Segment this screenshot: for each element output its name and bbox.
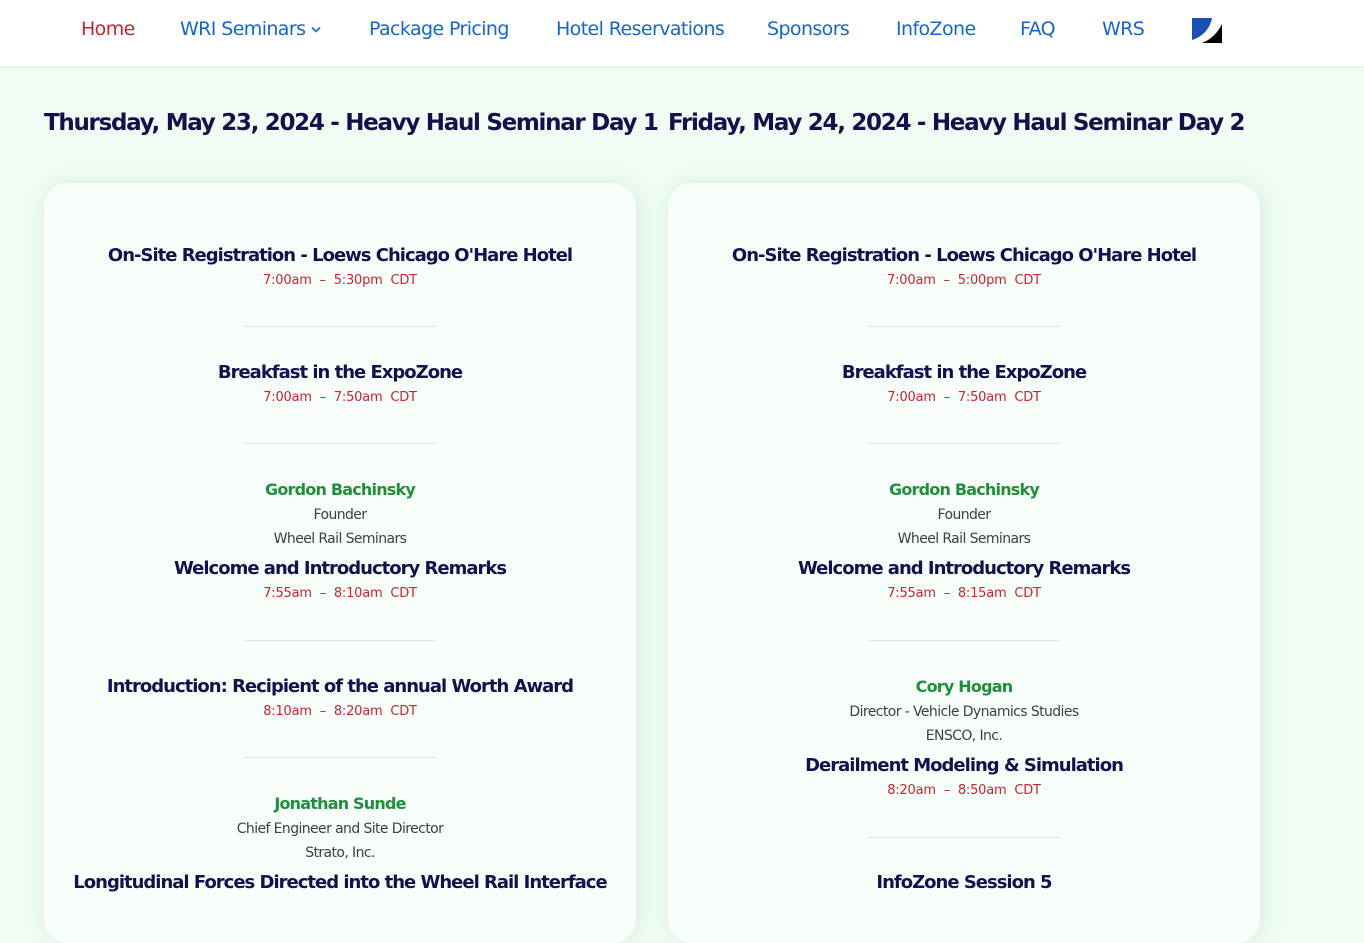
session-item: Gordon Bachinsky Founder Wheel Rail Semi… (44, 479, 636, 603)
wrs-logo-icon[interactable] (1192, 18, 1222, 43)
speaker-name-link[interactable]: Jonathan Sunde (44, 793, 636, 815)
top-navigation: Home WRI Seminars Package Pricing Hotel … (0, 0, 1364, 66)
session-time: 7:00am – 7:50am CDT (887, 390, 1041, 405)
nav-wri-seminars-label: WRI Seminars (180, 18, 306, 40)
divider (244, 443, 436, 444)
speaker-role: Director - Vehicle Dynamics Studies (849, 704, 1079, 720)
speaker-name-link[interactable]: Cory Hogan (668, 676, 1260, 698)
session-time: 8:20am – 8:50am CDT (887, 783, 1041, 798)
speaker-organization: Wheel Rail Seminars (897, 531, 1031, 547)
divider (868, 443, 1060, 444)
speaker-role: Founder (937, 507, 992, 523)
day-1-schedule-card: On-Site Registration - Loews Chicago O'H… (44, 183, 636, 943)
session-item: Introduction: Recipient of the annual Wo… (44, 675, 636, 721)
speaker-organization: Wheel Rail Seminars (273, 531, 407, 547)
day-2-schedule-card: On-Site Registration - Loews Chicago O'H… (668, 183, 1260, 943)
speaker-role: Founder (313, 507, 368, 523)
session-title: Introduction: Recipient of the annual Wo… (106, 676, 574, 697)
nav-wri-seminars[interactable]: WRI Seminars (180, 18, 321, 40)
speaker-organization: Strato, Inc. (305, 845, 375, 861)
session-item: On-Site Registration - Loews Chicago O'H… (44, 244, 636, 290)
session-item: Jonathan Sunde Chief Engineer and Site D… (44, 793, 636, 895)
session-time: 7:00am – 5:00pm CDT (887, 273, 1041, 288)
session-item: InfoZone Session 5 (668, 871, 1260, 895)
session-title: On-Site Registration - Loews Chicago O'H… (107, 245, 573, 266)
session-item: Breakfast in the ExpoZone 7:00am – 7:50a… (668, 361, 1260, 407)
nav-wrs[interactable]: WRS (1102, 18, 1145, 40)
nav-hotel-reservations[interactable]: Hotel Reservations (556, 18, 725, 40)
session-title: Breakfast in the ExpoZone (841, 362, 1087, 383)
session-time: 8:10am – 8:20am CDT (263, 704, 417, 719)
session-title: Welcome and Introductory Remarks (173, 558, 507, 579)
session-title: On-Site Registration - Loews Chicago O'H… (731, 245, 1197, 266)
speaker-organization: ENSCO, Inc. (925, 728, 1003, 744)
day-2-title: Friday, May 24, 2024 - Heavy Haul Semina… (668, 110, 1245, 136)
session-item: Gordon Bachinsky Founder Wheel Rail Semi… (668, 479, 1260, 603)
speaker-name-link[interactable]: Gordon Bachinsky (668, 479, 1260, 501)
nav-package-pricing[interactable]: Package Pricing (369, 18, 509, 40)
divider (868, 640, 1060, 641)
speaker-role: Chief Engineer and Site Director (236, 821, 444, 837)
session-time: 7:55am – 8:15am CDT (887, 586, 1041, 601)
nav-home[interactable]: Home (81, 18, 135, 40)
nav-infozone[interactable]: InfoZone (896, 18, 976, 40)
session-title: Derailment Modeling & Simulation (805, 755, 1124, 776)
speaker-name-link[interactable]: Gordon Bachinsky (44, 479, 636, 501)
session-item: On-Site Registration - Loews Chicago O'H… (668, 244, 1260, 290)
nav-sponsors[interactable]: Sponsors (767, 18, 850, 40)
session-title: Welcome and Introductory Remarks (797, 558, 1131, 579)
session-title: Longitudinal Forces Directed into the Wh… (73, 872, 607, 893)
session-item: Breakfast in the ExpoZone 7:00am – 7:50a… (44, 361, 636, 407)
nav-faq[interactable]: FAQ (1020, 18, 1056, 40)
session-title: InfoZone Session 5 (876, 872, 1052, 893)
divider (868, 837, 1060, 838)
divider (244, 640, 436, 641)
session-time: 7:00am – 7:50am CDT (263, 390, 417, 405)
day-1-title: Thursday, May 23, 2024 - Heavy Haul Semi… (44, 110, 659, 136)
divider (244, 326, 436, 327)
chevron-down-icon (311, 26, 321, 33)
session-time: 7:00am – 5:30pm CDT (263, 273, 417, 288)
session-title: Breakfast in the ExpoZone (217, 362, 463, 383)
divider (868, 326, 1060, 327)
session-time: 7:55am – 8:10am CDT (263, 586, 417, 601)
divider (244, 757, 436, 758)
session-item: Cory Hogan Director - Vehicle Dynamics S… (668, 676, 1260, 800)
